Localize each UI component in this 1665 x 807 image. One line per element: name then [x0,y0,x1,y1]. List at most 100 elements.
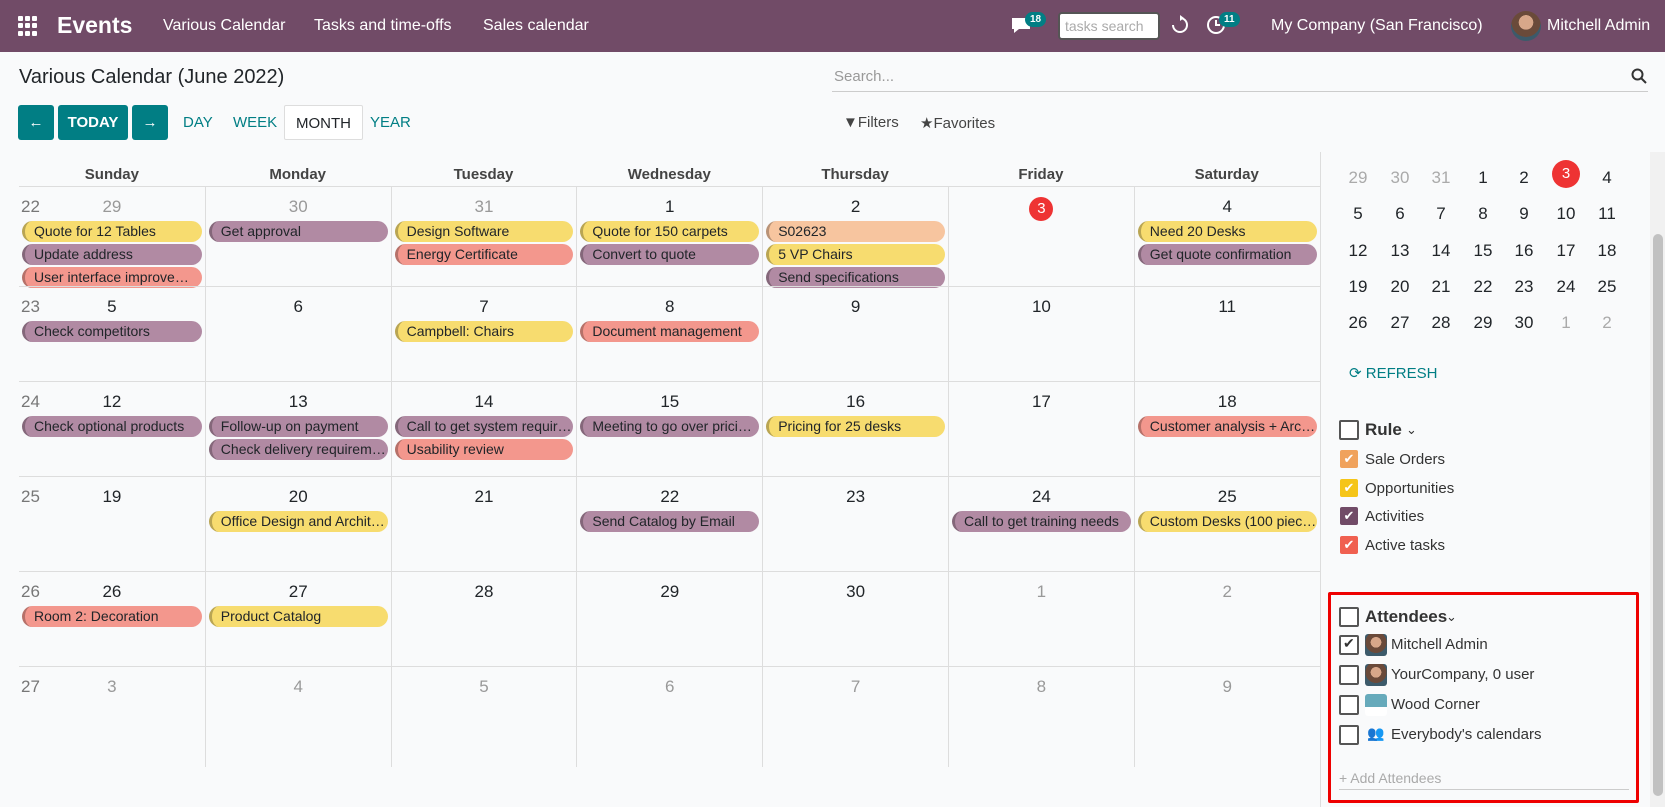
day-cell[interactable]: 7 Campbell: Chairs [390,287,577,382]
day-cell[interactable]: 4 [204,667,391,767]
mini-calendar-day[interactable]: 8 [1468,204,1498,224]
day-cell[interactable]: 22 Send Catalog by Email [576,477,762,572]
day-cell[interactable]: 2 [1133,572,1320,667]
mini-calendar-day[interactable]: 27 [1385,313,1415,333]
day-number[interactable]: 6 [577,677,762,697]
day-cell[interactable]: 24 Call to get training needs [948,477,1134,572]
mini-calendar-day[interactable]: 11 [1592,204,1622,224]
day-cell[interactable]: 23 [762,477,948,572]
day-number[interactable]: 15 [577,392,762,412]
user-menu[interactable]: Mitchell Admin [1547,17,1650,35]
calendar-event[interactable]: Custom Desks (100 piec… [1137,511,1317,532]
day-number[interactable]: 9 [1135,677,1320,697]
day-cell[interactable]: 5 Check competitors [19,287,205,382]
mini-calendar-day[interactable]: 5 [1343,204,1373,224]
rule-checkbox[interactable]: ✔ [1340,507,1358,525]
day-cell[interactable]: 11 [1133,287,1320,382]
day-number[interactable]: 20 [206,487,391,507]
calendar-event[interactable]: Office Design and Archit… [208,511,388,532]
mini-calendar-day[interactable]: 16 [1509,241,1539,261]
day-number[interactable]: 19 [19,487,205,507]
day-number[interactable]: 23 [763,487,948,507]
search-icon[interactable] [1631,68,1647,84]
rule-select-all-checkbox[interactable] [1339,420,1359,440]
calendar-event[interactable]: Quote for 150 carpets [580,221,760,242]
calendar-event[interactable]: User interface improve… [22,267,202,288]
calendar-event[interactable]: Check competitors [22,321,202,342]
mini-calendar-day[interactable]: 21 [1426,277,1456,297]
calendar-event[interactable]: Campbell: Chairs [394,321,574,342]
calendar-event[interactable]: Design Software [394,221,574,242]
calendar-event[interactable]: Product Catalog [208,606,388,627]
mode-month[interactable]: MONTH [284,105,363,140]
calendar-event[interactable]: Customer analysis + Arc… [1137,416,1317,437]
day-cell[interactable]: 8 [948,667,1134,767]
day-cell[interactable]: 8 Document management [576,287,762,382]
day-cell[interactable]: 1 Quote for 150 carpets Convert to quote [576,187,762,287]
app-menu-icon[interactable] [18,16,38,36]
day-number[interactable]: 29 [577,582,762,602]
company-switcher[interactable]: My Company (San Francisco) [1271,17,1483,35]
mini-calendar-day[interactable]: 20 [1385,277,1415,297]
mini-calendar-day[interactable]: 6 [1385,204,1415,224]
chevron-down-icon[interactable]: ⌄ [1406,422,1417,438]
favorites-button[interactable]: ★Favorites [920,114,995,132]
calendar-event[interactable]: Get approval [208,221,388,242]
day-number[interactable]: 16 [763,392,948,412]
day-number[interactable]: 22 [577,487,762,507]
day-number[interactable]: 9 [763,297,948,317]
mini-calendar-day[interactable]: 24 [1551,277,1581,297]
mini-calendar-day[interactable]: 9 [1509,204,1539,224]
next-button[interactable]: → [132,105,168,140]
day-number[interactable]: 1 [949,582,1134,602]
calendar-event[interactable]: Follow-up on payment [208,416,388,437]
day-cell[interactable]: 27 Product Catalog [204,572,391,667]
calendar-event[interactable]: Send specifications [766,267,945,288]
menu-sales-calendar[interactable]: Sales calendar [483,17,589,35]
day-number[interactable]: 12 [19,392,205,412]
day-number[interactable]: 29 [19,197,205,217]
day-cell[interactable]: 30 Get approval [204,187,391,287]
day-number[interactable]: 3 [949,197,1134,221]
day-cell[interactable]: 7 [762,667,948,767]
mini-calendar-day[interactable]: 25 [1592,277,1622,297]
day-cell[interactable]: 17 [948,382,1134,477]
day-number[interactable]: 25 [1135,487,1320,507]
mode-week[interactable]: WEEK [233,114,277,131]
tasks-search-input[interactable]: tasks search [1058,12,1160,40]
day-cell[interactable]: 26 Room 2: Decoration [19,572,205,667]
day-cell[interactable]: 29 [576,572,762,667]
calendar-event[interactable]: Meeting to go over prici… [580,416,760,437]
calendar-event[interactable]: 5 VP Chairs [766,244,945,265]
day-number[interactable]: 2 [1135,582,1320,602]
day-number[interactable]: 13 [206,392,391,412]
day-cell[interactable]: 21 [390,477,577,572]
today-button[interactable]: TODAY [58,105,128,140]
calendar-event[interactable]: Check delivery requirem… [208,439,388,460]
rule-title[interactable]: Rule [1365,420,1402,440]
day-number[interactable]: 2 [763,197,948,217]
mini-calendar-day[interactable]: 29 [1343,168,1373,188]
mini-calendar-day[interactable]: 10 [1551,204,1581,224]
day-number[interactable]: 30 [763,582,948,602]
mini-calendar-day[interactable]: 17 [1551,241,1581,261]
day-number[interactable]: 8 [577,297,762,317]
day-number[interactable]: 7 [763,677,948,697]
mini-calendar-day[interactable]: 4 [1592,168,1622,188]
filters-button[interactable]: ▼Filters [843,114,899,131]
day-cell[interactable]: 10 [948,287,1134,382]
mode-year[interactable]: YEAR [370,114,411,131]
day-number[interactable]: 5 [19,297,205,317]
mini-calendar-day[interactable]: 13 [1385,241,1415,261]
day-number[interactable]: 24 [949,487,1134,507]
mini-calendar-day[interactable]: 12 [1343,241,1373,261]
mini-calendar-day[interactable]: 19 [1343,277,1373,297]
sidebar-scrollbar[interactable] [1650,152,1665,807]
rule-checkbox[interactable]: ✔ [1340,535,1358,554]
user-avatar[interactable] [1511,11,1541,41]
mini-calendar-day[interactable]: 23 [1509,277,1539,297]
day-cell[interactable]: 25 Custom Desks (100 piec… [1133,477,1320,572]
mode-day[interactable]: DAY [183,114,213,131]
day-number[interactable]: 7 [392,297,577,317]
mini-calendar-day[interactable]: 26 [1343,313,1373,333]
